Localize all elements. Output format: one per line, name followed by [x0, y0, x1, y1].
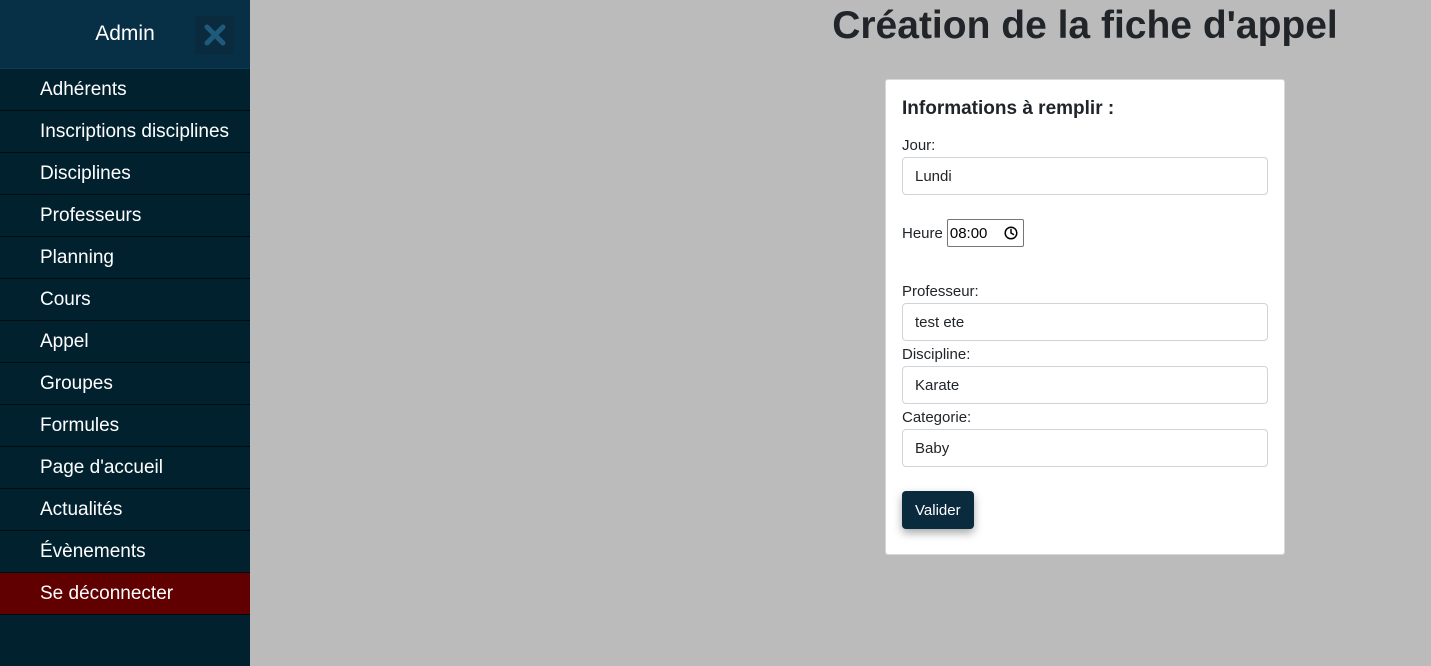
- clock-icon[interactable]: [1004, 226, 1018, 240]
- categorie-field[interactable]: Baby: [902, 429, 1268, 467]
- sidebar-item-label: Disciplines: [40, 162, 131, 184]
- sidebar-item-adherents[interactable]: Adhérents: [0, 69, 250, 111]
- professeur-value: test ete: [915, 313, 965, 331]
- sidebar-item-planning[interactable]: Planning: [0, 237, 250, 279]
- logout-button[interactable]: Se déconnecter: [0, 573, 250, 615]
- categorie-value: Baby: [915, 439, 950, 457]
- sidebar-item-label: Groupes: [40, 372, 113, 394]
- sidebar-menu: Adhérents Inscriptions disciplines Disci…: [0, 69, 250, 615]
- sidebar-item-label: Actualités: [40, 498, 123, 520]
- jour-label: Jour:: [902, 137, 936, 154]
- call-sheet-form: Informations à remplir : Jour: Lundi Heu…: [885, 79, 1285, 555]
- professeur-label: Professeur:: [902, 283, 979, 300]
- sidebar-item-professeurs[interactable]: Professeurs: [0, 195, 250, 237]
- close-icon: [204, 24, 225, 46]
- sidebar-item-page-accueil[interactable]: Page d'accueil: [0, 447, 250, 489]
- sidebar-item-label: Page d'accueil: [40, 456, 163, 478]
- valider-button[interactable]: Valider: [902, 491, 974, 529]
- heure-time-input[interactable]: 08:00: [946, 219, 1024, 247]
- jour-value: Lundi: [915, 167, 952, 185]
- sidebar: Admin Adhérents Inscriptions disciplines…: [0, 0, 250, 666]
- sidebar-item-inscriptions-disciplines[interactable]: Inscriptions disciplines: [0, 111, 250, 153]
- sidebar-item-label: Adhérents: [40, 78, 127, 100]
- heure-value: 08:00: [949, 224, 988, 242]
- sidebar-header: Admin: [0, 0, 250, 69]
- sidebar-item-evenements[interactable]: Évènements: [0, 531, 250, 573]
- sidebar-item-label: Cours: [40, 288, 91, 310]
- close-sidebar-button[interactable]: [195, 16, 234, 54]
- heure-label: Heure: [902, 224, 943, 242]
- sidebar-item-label: Appel: [40, 330, 89, 352]
- sidebar-item-cours[interactable]: Cours: [0, 279, 250, 321]
- jour-field[interactable]: Lundi: [902, 157, 1268, 195]
- sidebar-item-label: Évènements: [40, 540, 146, 562]
- sidebar-item-formules[interactable]: Formules: [0, 405, 250, 447]
- sidebar-item-groupes[interactable]: Groupes: [0, 363, 250, 405]
- heure-row: Heure 08:00: [902, 219, 1268, 247]
- sidebar-item-label: Formules: [40, 414, 120, 436]
- logout-label: Se déconnecter: [40, 582, 174, 604]
- professeur-field[interactable]: test ete: [902, 303, 1268, 341]
- discipline-value: Karate: [915, 376, 960, 394]
- categorie-label: Categorie:: [902, 409, 972, 426]
- sidebar-item-actualites[interactable]: Actualités: [0, 489, 250, 531]
- sidebar-item-label: Professeurs: [40, 204, 142, 226]
- discipline-field[interactable]: Karate: [902, 366, 1268, 404]
- sidebar-item-label: Inscriptions disciplines: [40, 120, 230, 142]
- form-title: Informations à remplir :: [902, 98, 1115, 119]
- page-title: Création de la fiche d'appel: [832, 4, 1338, 47]
- discipline-label: Discipline:: [902, 346, 971, 363]
- sidebar-item-appel[interactable]: Appel: [0, 321, 250, 363]
- main-content: Création de la fiche d'appel Information…: [250, 0, 1431, 666]
- sidebar-item-disciplines[interactable]: Disciplines: [0, 153, 250, 195]
- sidebar-item-label: Planning: [40, 246, 114, 268]
